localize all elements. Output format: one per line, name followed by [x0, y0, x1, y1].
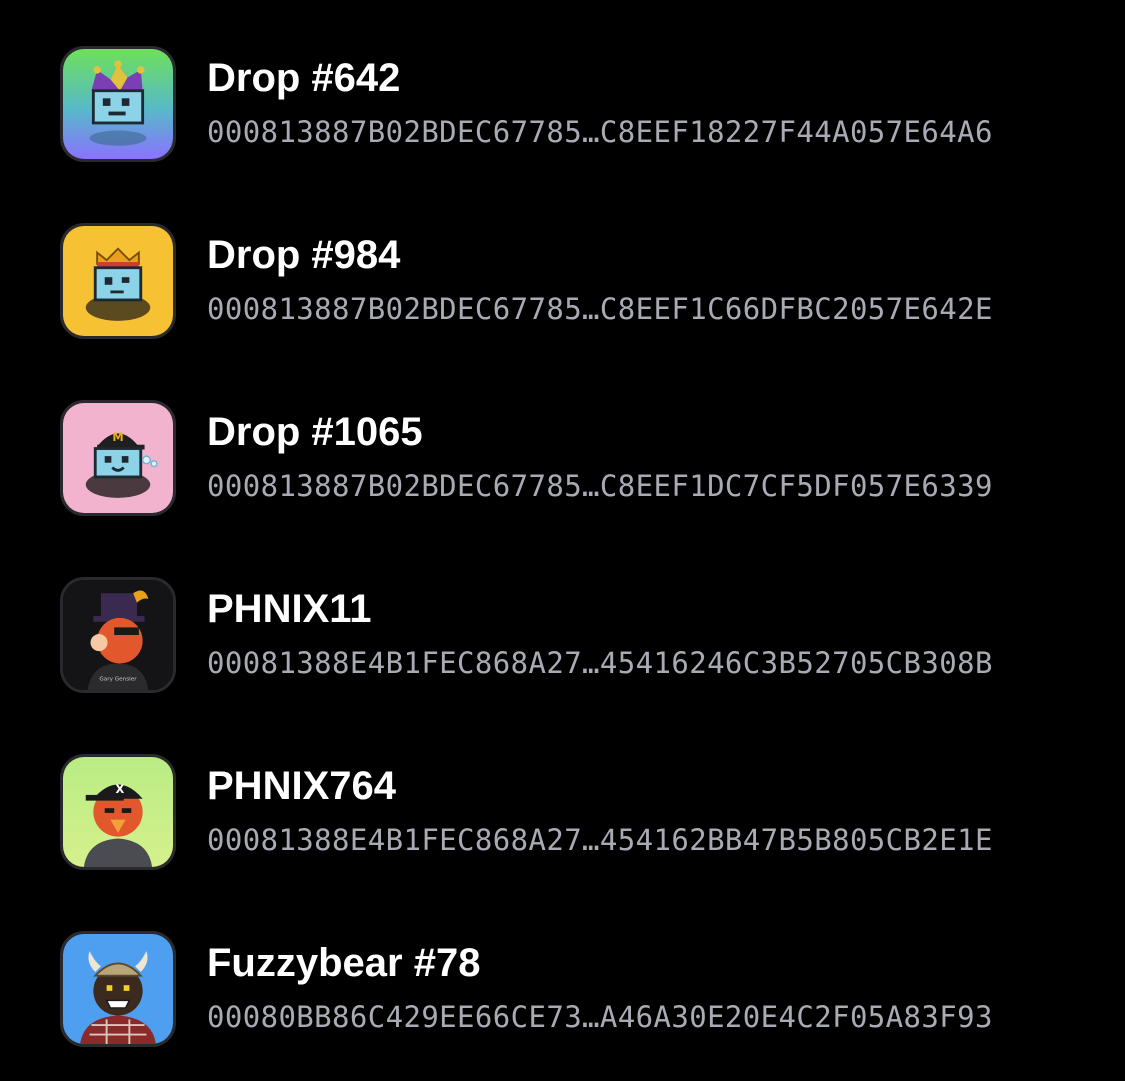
nft-token-id: 000813887B02BDEC67785…C8EEF18227F44A057E…: [207, 115, 993, 149]
nft-name: Fuzzybear #78: [207, 941, 481, 985]
nft-list-item[interactable]: Drop #984 000813887B02BDEC67785…C8EEF1C6…: [60, 223, 1080, 341]
cap-drop-avatar-icon: M: [60, 400, 176, 516]
nft-name: Drop #1065: [207, 410, 423, 454]
nft-token-id: 000813887B02BDEC67785…C8EEF1C66DFBC2057E…: [207, 292, 993, 326]
nft-list-item[interactable]: Gary Gensler PHNIX11 00081388E4B1FEC868A…: [60, 577, 1080, 695]
nft-token-id: 000813887B02BDEC67785…C8EEF1DC7CF5DF057E…: [207, 469, 993, 503]
svg-text:X: X: [116, 782, 125, 796]
viking-bear-avatar-icon: [60, 931, 176, 1047]
nft-name: PHNIX11: [207, 587, 372, 631]
nft-list-item[interactable]: Fuzzybear #78 00080BB86C429EE66CE73…A46A…: [60, 931, 1080, 1049]
nft-token-id: 00081388E4B1FEC868A27…454162BB47B5B805CB…: [207, 823, 993, 857]
king-drop-avatar-icon: [60, 223, 176, 339]
phoenix-top-hat-avatar-icon: Gary Gensler: [60, 577, 176, 693]
phoenix-cap-avatar-icon: X: [60, 754, 176, 870]
jester-drop-avatar-icon: [60, 46, 176, 162]
nft-name: PHNIX764: [207, 764, 396, 808]
nft-token-id: 00080BB86C429EE66CE73…A46A30E20E4C2F05A8…: [207, 1000, 993, 1034]
svg-text:Gary Gensler: Gary Gensler: [99, 677, 137, 683]
nft-name: Drop #642: [207, 56, 401, 100]
nft-list-item[interactable]: Drop #642 000813887B02BDEC67785…C8EEF182…: [60, 46, 1080, 164]
nft-list-item[interactable]: X PHNIX764 00081388E4B1FEC868A27…454162B…: [60, 754, 1080, 872]
nft-list: Drop #642 000813887B02BDEC67785…C8EEF182…: [0, 0, 1125, 1081]
svg-text:M: M: [112, 430, 123, 444]
nft-token-id: 00081388E4B1FEC868A27…45416246C3B52705CB…: [207, 646, 993, 680]
nft-list-item[interactable]: M Drop #1065 000813887B02BDEC67785…C8EEF…: [60, 400, 1080, 518]
nft-name: Drop #984: [207, 233, 401, 277]
